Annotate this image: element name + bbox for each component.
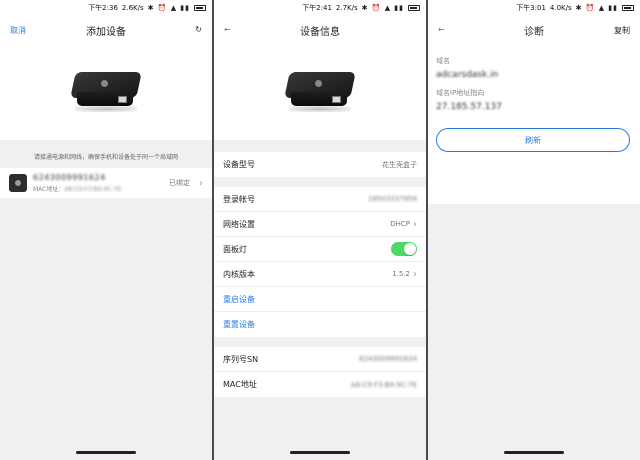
kernel-value: 1.5.2 xyxy=(392,270,410,278)
mac-label: MAC地址： xyxy=(33,186,65,193)
battery-icon xyxy=(622,5,634,11)
refresh-button[interactable]: 刷新 xyxy=(436,128,630,152)
mac-label: MAC地址 xyxy=(223,380,257,389)
nav-bar: ← 设备信息 xyxy=(214,16,426,44)
mac-value: A8:C9:F3:B4:9C:7E xyxy=(64,186,122,193)
row-model: 设备型号 花生壳盒子 xyxy=(214,152,426,177)
home-indicator[interactable] xyxy=(504,451,564,454)
status-speed: 4.0K/s xyxy=(549,4,572,12)
row-kernel[interactable]: 内核版本 1.5.2 › xyxy=(214,262,426,287)
hardware-group: 序列号SN 6243009991624 MAC地址 A8:C9:F3:B4:9C… xyxy=(214,347,426,397)
nav-bar: ← 诊断 复制 xyxy=(428,16,640,44)
status-bar: 下午2:36 2.6K/s ✱ ⏰ ▲ ▮▮ xyxy=(0,0,212,16)
bound-status: 已绑定 xyxy=(169,179,190,187)
row-serial: 序列号SN 6243009991624 xyxy=(214,347,426,372)
page-title: 诊断 xyxy=(524,26,544,38)
diagnose-panel: 域名 adcarsdask.in 域名IP地址指向 27.185.57.137 … xyxy=(428,44,640,204)
row-panel-light: 面板灯 xyxy=(214,237,426,262)
status-bar: 下午3:01 4.0K/s ✱ ⏰ ▲ ▮▮ xyxy=(428,0,640,16)
domain-value: adcarsdask.in xyxy=(436,70,499,80)
page-title: 设备信息 xyxy=(300,26,340,38)
page-title: 添加设备 xyxy=(86,26,126,38)
serial-label: 序列号SN xyxy=(223,354,259,364)
battery-icon xyxy=(194,5,206,11)
status-icons: ✱ ⏰ ▲ ▮▮ xyxy=(361,4,404,12)
connection-hint: 请接通电源和网线，确保手机和设备处于同一个局域网 xyxy=(33,154,178,161)
model-group: 设备型号 花生壳盒子 xyxy=(214,152,426,177)
domain-label: 域名 xyxy=(436,57,450,65)
reset-device-button[interactable]: 重置设备 xyxy=(214,312,426,337)
network-value: DHCP xyxy=(390,220,410,228)
status-speed: 2.6K/s xyxy=(121,4,144,12)
status-time: 下午3:01 xyxy=(516,4,546,12)
model-value: 花生壳盒子 xyxy=(382,160,417,169)
reboot-label: 重启设备 xyxy=(223,294,255,304)
home-indicator[interactable] xyxy=(76,451,136,454)
account-label: 登录帐号 xyxy=(223,194,255,204)
row-account: 登录帐号 18503337959 xyxy=(214,187,426,212)
status-bar: 下午2:41 2.7K/s ✱ ⏰ ▲ ▮▮ xyxy=(214,0,426,16)
ip-label: 域名IP地址指向 xyxy=(436,89,485,97)
router-box-icon xyxy=(70,72,142,112)
screen-add-device: 下午2:36 2.6K/s ✱ ⏰ ▲ ▮▮ 取消 添加设备 ↻ 请接通电源和网… xyxy=(0,0,212,460)
kernel-label: 内核版本 xyxy=(223,269,255,279)
panel-light-label: 面板灯 xyxy=(223,244,247,254)
ip-value: 27.185.57.137 xyxy=(436,102,502,112)
reboot-device-button[interactable]: 重启设备 xyxy=(214,287,426,312)
network-label: 网络设置 xyxy=(223,219,255,229)
device-list-item[interactable]: 6243009991624 MAC地址：A8:C9:F3:B4:9C:7E 已绑… xyxy=(0,168,212,198)
serial-value: 6243009991624 xyxy=(359,355,417,363)
device-image xyxy=(0,44,212,140)
device-icon xyxy=(9,174,27,192)
reset-label: 重置设备 xyxy=(223,320,255,329)
screen-diagnose: 下午3:01 4.0K/s ✱ ⏰ ▲ ▮▮ ← 诊断 复制 域名 adcars… xyxy=(428,0,640,460)
copy-button[interactable]: 复制 xyxy=(614,25,630,36)
battery-icon xyxy=(408,5,420,11)
chevron-right-icon: › xyxy=(199,177,203,189)
chevron-right-icon: › xyxy=(413,218,417,230)
router-box-icon xyxy=(284,72,356,112)
status-speed: 2.7K/s xyxy=(335,4,358,12)
back-arrow-icon[interactable]: ← xyxy=(224,26,231,34)
device-image xyxy=(214,44,426,140)
device-mac: MAC地址：A8:C9:F3:B4:9C:7E xyxy=(33,184,163,193)
status-time: 下午2:41 xyxy=(302,4,332,12)
model-label: 设备型号 xyxy=(223,160,255,169)
settings-group: 登录帐号 18503337959 网络设置 DHCP › 面板灯 内核版本 1.5… xyxy=(214,187,426,337)
device-name: 6243009991624 xyxy=(33,173,106,182)
panel-light-toggle[interactable] xyxy=(391,242,417,256)
home-indicator[interactable] xyxy=(290,451,350,454)
status-icons: ✱ ⏰ ▲ ▮▮ xyxy=(147,4,190,12)
chevron-right-icon: › xyxy=(413,268,417,280)
row-network[interactable]: 网络设置 DHCP › xyxy=(214,212,426,237)
account-value: 18503337959 xyxy=(368,195,417,203)
mac-value: A8:C9:F3:B4:9C:7E xyxy=(350,380,417,389)
status-time: 下午2:36 xyxy=(88,4,118,12)
screen-device-info: 下午2:41 2.7K/s ✱ ⏰ ▲ ▮▮ ← 设备信息 设备型号 花生壳盒子… xyxy=(214,0,426,460)
nav-bar: 取消 添加设备 ↻ xyxy=(0,16,212,44)
row-mac: MAC地址 A8:C9:F3:B4:9C:7E xyxy=(214,372,426,397)
status-icons: ✱ ⏰ ▲ ▮▮ xyxy=(575,4,618,12)
cancel-button[interactable]: 取消 xyxy=(10,25,26,36)
refresh-icon[interactable]: ↻ xyxy=(195,26,202,34)
back-arrow-icon[interactable]: ← xyxy=(438,26,445,34)
